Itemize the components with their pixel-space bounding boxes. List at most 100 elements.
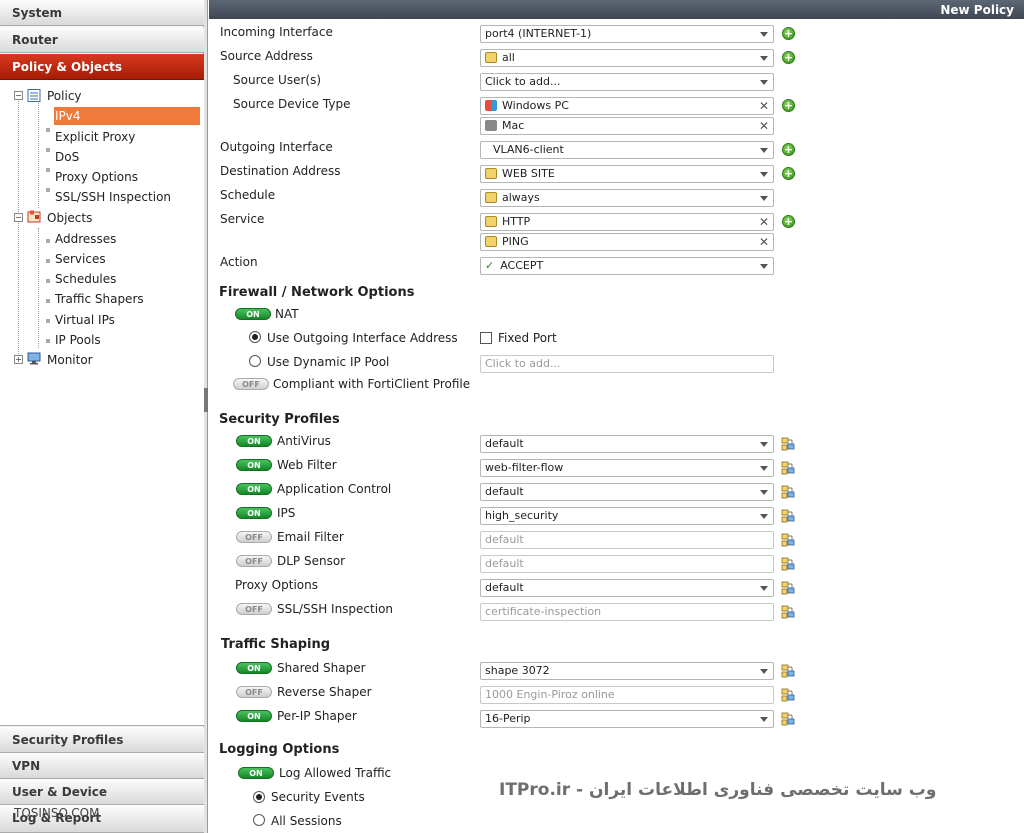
- profile-toggle[interactable]: OFF: [236, 555, 272, 567]
- device-chip-mac[interactable]: Mac ✕: [480, 117, 774, 135]
- profile-toggle[interactable]: OFF: [236, 603, 272, 615]
- bullet-icon: [46, 148, 50, 152]
- source-address-value: all: [502, 51, 515, 64]
- profile-select[interactable]: default: [480, 531, 774, 549]
- profile-select[interactable]: high_security: [480, 507, 774, 525]
- tree-item-schedules[interactable]: Schedules: [54, 270, 200, 288]
- device-chip-windows[interactable]: Windows PC ✕: [480, 97, 774, 115]
- nav-section-system[interactable]: System: [0, 0, 204, 26]
- edit-profile-icon[interactable]: [781, 712, 795, 726]
- tree-node-objects[interactable]: Objects: [47, 209, 92, 227]
- device-mac-value: Mac: [502, 119, 525, 132]
- tree-item-ssl-ssh-inspection[interactable]: SSL/SSH Inspection: [54, 188, 200, 206]
- forticlient-compliant-toggle[interactable]: OFF: [233, 378, 269, 390]
- tree-item-virtual-ips[interactable]: Virtual IPs: [54, 311, 200, 329]
- add-source-address-icon[interactable]: +: [782, 51, 795, 64]
- nav-section-policy-objects[interactable]: Policy & Objects: [0, 54, 204, 80]
- use-outgoing-radio[interactable]: [249, 331, 261, 343]
- fixed-port-checkbox[interactable]: [480, 332, 492, 344]
- schedule-select[interactable]: always: [480, 189, 774, 207]
- profile-select[interactable]: default: [480, 579, 774, 597]
- profile-select[interactable]: default: [480, 483, 774, 501]
- edit-profile-icon[interactable]: [781, 533, 795, 547]
- chevron-down-icon: [760, 172, 768, 177]
- expand-monitor-toggle[interactable]: +: [14, 355, 23, 364]
- collapse-sidebar-handle[interactable]: [204, 388, 208, 412]
- incoming-interface-select[interactable]: port4 (INTERNET-1): [480, 25, 774, 43]
- profile-select[interactable]: 1000 Engin-Piroz online: [480, 686, 774, 704]
- profile-toggle[interactable]: OFF: [236, 686, 272, 698]
- edit-profile-icon[interactable]: [781, 509, 795, 523]
- profile-select[interactable]: default: [480, 555, 774, 573]
- add-outgoing-icon[interactable]: +: [782, 143, 795, 156]
- use-dynamic-pool-radio[interactable]: [249, 355, 261, 367]
- log-allowed-toggle[interactable]: ON: [238, 767, 274, 779]
- tree-item-ipv4[interactable]: IPv4: [54, 107, 200, 125]
- remove-icon[interactable]: ✕: [759, 98, 769, 114]
- collapse-policy-toggle[interactable]: −: [14, 91, 23, 100]
- destination-address-label: Destination Address: [220, 164, 341, 178]
- edit-profile-icon[interactable]: [781, 688, 795, 702]
- tree-item-traffic-shapers[interactable]: Traffic Shapers: [54, 290, 200, 308]
- add-destination-icon[interactable]: +: [782, 167, 795, 180]
- profile-toggle[interactable]: ON: [236, 483, 272, 495]
- firewall-options-header: Firewall / Network Options: [219, 285, 415, 300]
- profile-toggle[interactable]: ON: [236, 459, 272, 471]
- service-chip-ping[interactable]: PING ✕: [480, 233, 774, 251]
- profile-toggle[interactable]: ON: [236, 710, 272, 722]
- action-select[interactable]: ✓ ACCEPT: [480, 257, 774, 275]
- nat-toggle[interactable]: ON: [235, 308, 271, 320]
- profile-select[interactable]: web-filter-flow: [480, 459, 774, 477]
- profile-toggle[interactable]: ON: [236, 662, 272, 674]
- tree-item-services[interactable]: Services: [54, 250, 200, 268]
- edit-profile-icon[interactable]: [781, 437, 795, 451]
- chevron-down-icon: [760, 80, 768, 85]
- remove-icon[interactable]: ✕: [759, 234, 769, 250]
- log-allowed-label: Log Allowed Traffic: [279, 766, 392, 780]
- nav-section-router[interactable]: Router: [0, 27, 204, 53]
- windows-icon: [485, 100, 497, 111]
- profile-select[interactable]: shape 3072: [480, 662, 774, 680]
- edit-profile-icon[interactable]: [781, 485, 795, 499]
- profile-toggle[interactable]: ON: [236, 507, 272, 519]
- watermark-text: ITPro.ir - وب سایت تخصصی فناوری اطلاعات …: [499, 780, 937, 800]
- destination-address-select[interactable]: WEB SITE: [480, 165, 774, 183]
- source-address-select[interactable]: all: [480, 49, 774, 67]
- tree-item-explicit-proxy[interactable]: Explicit Proxy: [54, 128, 200, 146]
- collapse-objects-toggle[interactable]: −: [14, 213, 23, 222]
- panel-divider[interactable]: [204, 0, 208, 833]
- tree-node-policy[interactable]: Policy: [47, 87, 82, 105]
- edit-profile-icon[interactable]: [781, 461, 795, 475]
- tree-item-addresses[interactable]: Addresses: [54, 230, 200, 248]
- outgoing-interface-select[interactable]: VLAN6-client: [480, 141, 774, 159]
- tree-item-proxy-options[interactable]: Proxy Options: [54, 168, 200, 186]
- edit-profile-icon[interactable]: [781, 581, 795, 595]
- tree-item-dos[interactable]: DoS: [54, 148, 200, 166]
- security-events-radio[interactable]: [253, 791, 265, 803]
- add-incoming-icon[interactable]: +: [782, 27, 795, 40]
- edit-profile-icon[interactable]: [781, 605, 795, 619]
- tree-item-ip-pools[interactable]: IP Pools: [54, 331, 200, 349]
- add-device-icon[interactable]: +: [782, 99, 795, 112]
- source-users-select[interactable]: Click to add...: [480, 73, 774, 91]
- profile-select[interactable]: 16-Perip: [480, 710, 774, 728]
- nav-section-vpn[interactable]: VPN: [0, 753, 204, 779]
- edit-profile-icon[interactable]: [781, 664, 795, 678]
- nav-section-security-profiles[interactable]: Security Profiles: [0, 727, 204, 753]
- add-service-icon[interactable]: +: [782, 215, 795, 228]
- profile-toggle[interactable]: ON: [236, 435, 272, 447]
- ip-pool-input[interactable]: Click to add...: [480, 355, 774, 373]
- profile-toggle[interactable]: OFF: [236, 531, 272, 543]
- nav-section-user-device[interactable]: User & Device: [0, 779, 204, 805]
- all-sessions-radio[interactable]: [253, 814, 265, 826]
- profile-select[interactable]: certificate-inspection: [480, 603, 774, 621]
- remove-icon[interactable]: ✕: [759, 118, 769, 134]
- mac-icon: [485, 120, 497, 131]
- profile-label: IPS: [277, 506, 296, 520]
- edit-profile-icon[interactable]: [781, 557, 795, 571]
- remove-icon[interactable]: ✕: [759, 214, 769, 230]
- profile-select[interactable]: default: [480, 435, 774, 453]
- profile-value: default: [485, 581, 524, 594]
- service-chip-http[interactable]: HTTP ✕: [480, 213, 774, 231]
- tree-node-monitor[interactable]: Monitor: [47, 351, 93, 369]
